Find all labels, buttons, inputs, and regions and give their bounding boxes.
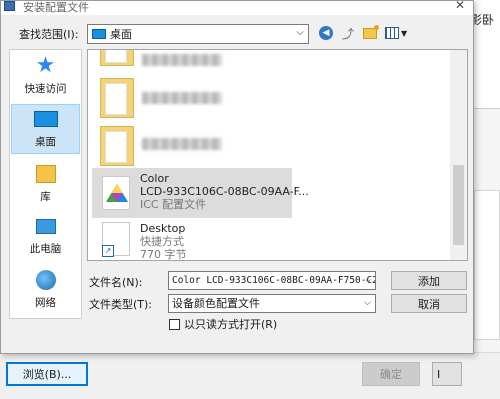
filetype-select[interactable]: 设备颜色配置文件 ⌵: [168, 294, 376, 313]
chevron-down-icon[interactable]: ⌵: [364, 295, 371, 312]
up-folder-icon[interactable]: ⤴: [341, 26, 355, 41]
place-label: 网络: [35, 297, 56, 309]
list-item-selected[interactable]: Color LCD-933C106C-08BC-09AA-F... ICC 配置…: [92, 168, 309, 218]
file-name-line2: LCD-933C106C-08BC-09AA-F...: [140, 185, 309, 198]
place-label: 此电脑: [29, 243, 62, 255]
app-icon: [4, 1, 15, 11]
background-panel-inner: [474, 190, 500, 340]
shortcut-icon: [102, 222, 130, 257]
filename-label: 文件名(N):: [89, 276, 143, 289]
desktop-icon: [33, 108, 59, 130]
list-item[interactable]: Desktop 快捷方式 770 字节: [92, 218, 292, 261]
list-item[interactable]: [92, 120, 292, 170]
view-chevron-down-icon[interactable]: ▼: [401, 29, 407, 38]
nav-toolbar: ◀ ⤴ ▼: [319, 24, 407, 41]
file-text: Color LCD-933C106C-08BC-09AA-F... ICC 配置…: [140, 172, 309, 211]
quick-access-icon: ★: [35, 53, 56, 78]
chevron-down-icon: ⌵: [296, 27, 304, 38]
desktop-small-icon: [92, 29, 106, 39]
file-name: Color: [140, 172, 169, 185]
file-type: ICC 配置文件: [140, 198, 207, 211]
filename-value: Color LCD-933C106C-08BC-09AA-F750-C2A: [172, 275, 376, 286]
network-icon: [33, 269, 59, 291]
file-text: Desktop 快捷方式 770 字节: [140, 222, 187, 261]
dialog-title: 安装配置文件: [23, 1, 89, 14]
new-folder-icon[interactable]: [363, 24, 379, 39]
folder-icon: [100, 126, 134, 166]
look-in-label: 查找范围(I):: [19, 28, 79, 41]
blurred-file-name: [142, 92, 222, 104]
place-label: 快速访问: [24, 83, 67, 95]
cut-off-button[interactable]: I: [432, 362, 462, 386]
look-in-value: 桌面: [110, 28, 132, 41]
color-profile-icon: [102, 176, 130, 210]
scrollbar-thumb[interactable]: [453, 165, 464, 245]
folder-icon: [100, 78, 134, 118]
place-label: 库: [40, 191, 51, 203]
this-pc-icon: [33, 215, 59, 237]
place-desktop[interactable]: 桌面: [11, 104, 80, 154]
place-network[interactable]: 网络: [11, 264, 80, 314]
blurred-file-name: [142, 54, 222, 66]
view-menu-icon[interactable]: [385, 27, 399, 39]
file-name: Desktop: [140, 222, 186, 235]
readonly-option[interactable]: 以只读方式打开(R): [169, 316, 277, 332]
file-size: 770 字节: [140, 248, 187, 261]
file-list[interactable]: Color LCD-933C106C-08BC-09AA-F... ICC 配置…: [87, 49, 468, 261]
readonly-checkbox[interactable]: [169, 318, 180, 330]
folder-icon: [100, 50, 134, 66]
blurred-file-name: [142, 138, 222, 150]
filetype-label: 文件类型(T):: [89, 298, 153, 311]
add-button[interactable]: 添加: [391, 271, 467, 290]
list-item[interactable]: [92, 50, 292, 70]
filetype-value: 设备颜色配置文件: [172, 297, 260, 310]
list-item[interactable]: [92, 72, 292, 122]
library-icon: [33, 163, 59, 185]
look-in-combo[interactable]: 桌面 ⌵: [87, 24, 309, 44]
file-type: 快捷方式: [140, 235, 184, 248]
place-this-pc[interactable]: 此电脑: [11, 210, 80, 260]
chevron-down-icon[interactable]: ⌵: [366, 272, 371, 289]
install-profile-dialog: 安装配置文件 ✕ 查找范围(I): 桌面 ⌵ ◀ ⤴ ▼ ★ 快速访问 桌面 库…: [0, 0, 474, 354]
filename-input[interactable]: Color LCD-933C106C-08BC-09AA-F750-C2A ⌵: [168, 271, 376, 290]
vertical-scrollbar[interactable]: [450, 50, 467, 260]
browse-button[interactable]: 浏览(B)...: [6, 362, 88, 386]
place-quick-access[interactable]: ★ 快速访问: [11, 50, 80, 100]
title-bar: 安装配置文件 ✕: [1, 0, 473, 15]
readonly-label: 以只读方式打开(R): [184, 318, 278, 331]
close-icon[interactable]: ✕: [455, 0, 465, 12]
places-bar: ★ 快速访问 桌面 库 此电脑 网络: [9, 49, 82, 319]
cancel-button[interactable]: 取消: [391, 294, 467, 313]
place-library[interactable]: 库: [11, 158, 80, 208]
place-label: 桌面: [35, 136, 56, 148]
ok-button: 确定: [362, 362, 420, 386]
back-icon[interactable]: ◀: [319, 26, 333, 40]
